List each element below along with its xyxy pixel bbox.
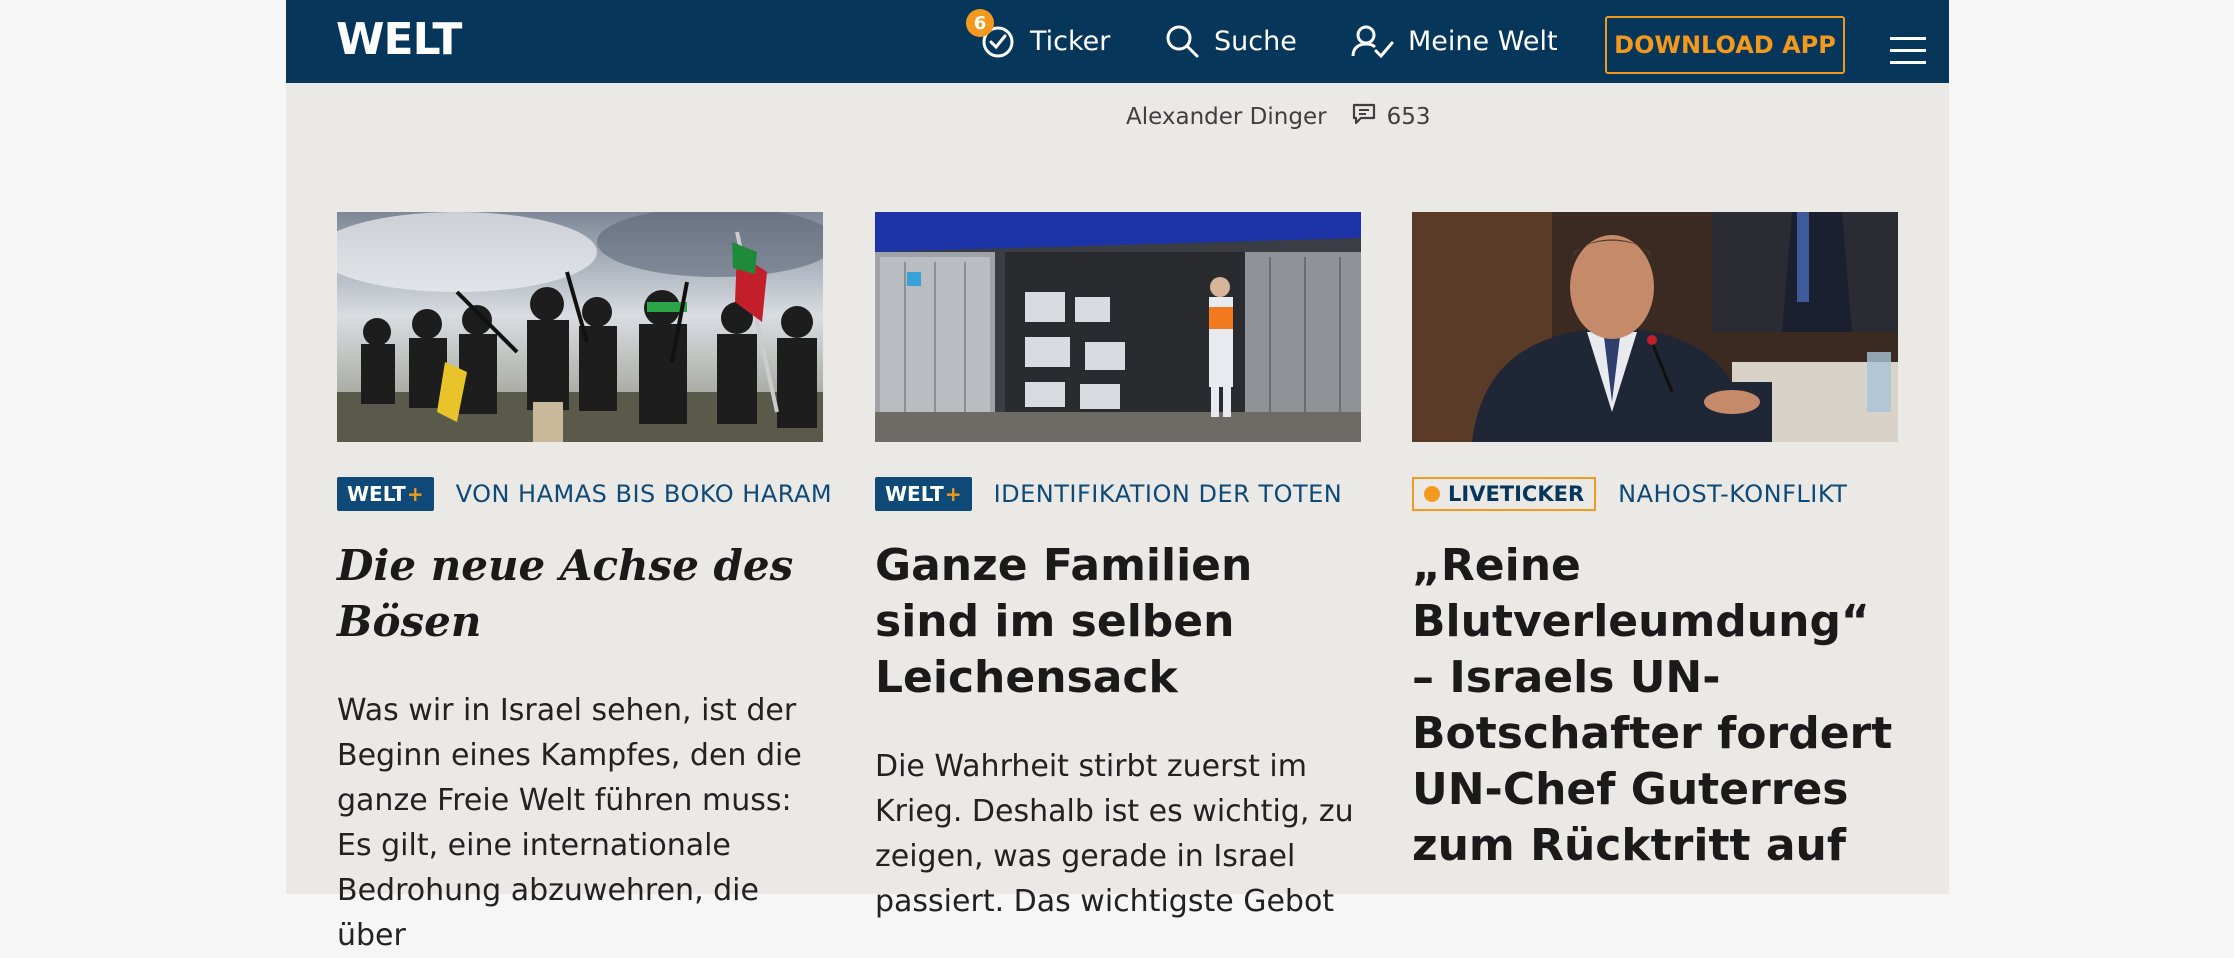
article-kicker[interactable]: NAHOST-KONFLIKT: [1618, 480, 1847, 508]
article-kicker[interactable]: VON HAMAS BIS BOKO HARAM: [456, 480, 833, 508]
user-check-icon: [1350, 23, 1394, 59]
search-label: Suche: [1214, 25, 1297, 57]
article-card[interactable]: LIVETICKER NAHOST-KONFLIKT „Reine Blutve…: [1412, 212, 1898, 874]
article-teaser[interactable]: Die Wahrheit stirbt zuerst im Krieg. Des…: [875, 744, 1361, 924]
hamburger-menu-icon[interactable]: [1890, 37, 1926, 67]
article-card[interactable]: WELT + VON HAMAS BIS BOKO HARAM Die neue …: [337, 212, 832, 958]
welt-logo[interactable]: WELT: [336, 14, 462, 65]
search-icon: [1164, 23, 1200, 59]
liveticker-badge: LIVETICKER: [1412, 477, 1597, 511]
article-headline[interactable]: „Reine Blutverleumdung“ – Israels UN-Bot…: [1412, 538, 1898, 874]
clock-check-icon: 6: [966, 9, 1016, 59]
comment-count[interactable]: 653: [1387, 104, 1431, 130]
article-headline[interactable]: Ganze Familien sind im selben Leichensac…: [875, 538, 1361, 706]
ticker-label: Ticker: [1030, 25, 1111, 57]
comment-icon[interactable]: [1351, 102, 1377, 132]
article-image-un-ambassador[interactable]: [1412, 212, 1898, 442]
download-app-button[interactable]: DOWNLOAD APP: [1605, 16, 1845, 74]
live-dot-icon: [1424, 486, 1440, 502]
search-button[interactable]: Suche: [1164, 20, 1297, 62]
meine-welt-button[interactable]: Meine Welt: [1350, 20, 1558, 62]
article-teaser[interactable]: Was wir in Israel sehen, ist der Beginn …: [337, 688, 823, 958]
kicker-row: WELT + IDENTIFIKATION DER TOTEN: [875, 476, 1361, 512]
article-image-container[interactable]: [875, 212, 1361, 442]
welt-plus-badge: WELT +: [875, 477, 972, 511]
article-kicker[interactable]: IDENTIFIKATION DER TOTEN: [994, 480, 1343, 508]
article-image-militants[interactable]: [337, 212, 823, 442]
previous-article-byline: Alexander Dinger 653: [1126, 102, 1430, 132]
ticker-button[interactable]: 6 Ticker: [966, 9, 1111, 62]
meine-welt-label: Meine Welt: [1408, 25, 1558, 57]
top-navigation-bar: WELT 6 Ticker Suche Meine Welt DOWNLOAD …: [286, 0, 1949, 83]
article-card[interactable]: WELT + IDENTIFIKATION DER TOTEN Ganze Fam…: [875, 212, 1361, 924]
kicker-row: LIVETICKER NAHOST-KONFLIKT: [1412, 476, 1898, 512]
article-headline[interactable]: Die neue Achse des Bösen: [337, 538, 823, 650]
author-name[interactable]: Alexander Dinger: [1126, 104, 1327, 130]
welt-plus-badge: WELT +: [337, 477, 434, 511]
kicker-row: WELT + VON HAMAS BIS BOKO HARAM: [337, 476, 832, 512]
ticker-count-badge: 6: [966, 9, 994, 37]
